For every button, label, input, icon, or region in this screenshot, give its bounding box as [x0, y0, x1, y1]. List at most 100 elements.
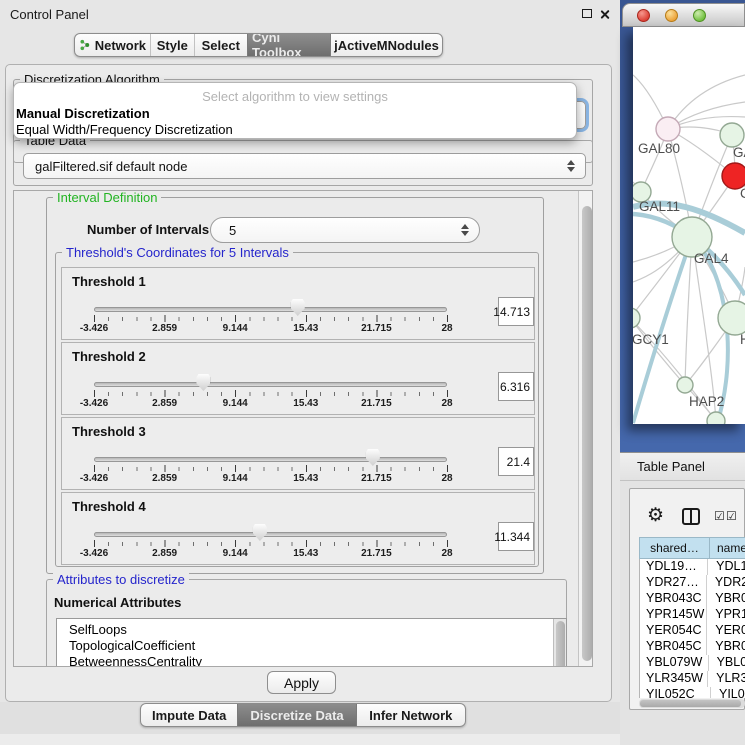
- table-hscrollbar-track[interactable]: [639, 699, 745, 708]
- tab-cyni-toolbox[interactable]: Cyni Toolbox: [247, 34, 330, 56]
- column-header-shared[interactable]: shared…: [639, 537, 710, 559]
- table-cell-name[interactable]: YPR1: [707, 607, 745, 623]
- table-row[interactable]: YDR27…YDR2: [640, 575, 745, 591]
- combo-arrows-icon: [461, 224, 469, 236]
- tick-label: -3.426: [80, 548, 108, 559]
- checkbox-icon[interactable]: ☑: [714, 510, 725, 522]
- slider-track[interactable]: [94, 457, 447, 462]
- threshold-value-field[interactable]: 14.713: [498, 297, 534, 326]
- settings-scrollbar-thumb[interactable]: [582, 206, 592, 661]
- close-icon[interactable]: [599, 9, 610, 20]
- network-node[interactable]: [707, 412, 725, 424]
- network-edge[interactable]: [633, 318, 685, 385]
- slider-thumb[interactable]: [291, 299, 305, 316]
- slider-thumb[interactable]: [253, 524, 267, 541]
- tab-infer-network[interactable]: Infer Network: [356, 704, 465, 726]
- network-node-label: GAL4: [694, 251, 729, 266]
- table-cell-shared[interactable]: YBR043C: [640, 591, 707, 607]
- network-node[interactable]: [677, 377, 693, 393]
- network-canvas[interactable]: GAL80GACGAL11GAL4GCY1HHAP2: [633, 27, 745, 424]
- table-cell-shared[interactable]: YBL079W: [640, 655, 709, 671]
- tab-select[interactable]: Select: [194, 34, 247, 56]
- threshold-value-field[interactable]: 6.316: [498, 372, 534, 401]
- table-row[interactable]: YPR145WYPR1: [640, 607, 745, 623]
- tick-label: 28: [441, 548, 452, 559]
- table-cell-name[interactable]: YBR0: [707, 591, 745, 607]
- threshold-value-field[interactable]: 21.4: [498, 447, 534, 476]
- minimize-window-icon[interactable]: [665, 9, 678, 22]
- table-cell-shared[interactable]: YDL19…: [640, 559, 708, 575]
- table-row[interactable]: YDL19…YDL1: [640, 559, 745, 575]
- popup-option-equal-width-frequency[interactable]: Equal Width/Frequency Discretization: [14, 121, 576, 137]
- tab-impute-data-label: Impute Data: [152, 708, 226, 723]
- tab-jactivemnodules[interactable]: jActiveMNodules: [330, 34, 442, 56]
- threshold-value-field[interactable]: 11.344: [498, 522, 534, 551]
- network-node[interactable]: [656, 117, 680, 141]
- split-columns-icon[interactable]: [682, 508, 700, 525]
- threshold-label: Threshold 1: [72, 274, 146, 289]
- slider-ticks: [94, 315, 449, 322]
- table-row[interactable]: YLR345WYLR3: [640, 671, 745, 687]
- slider-thumb[interactable]: [366, 449, 380, 466]
- tab-style[interactable]: Style: [150, 34, 194, 56]
- slider-track[interactable]: [94, 307, 447, 312]
- network-node-label: GCY1: [633, 332, 669, 347]
- tab-impute-data[interactable]: Impute Data: [141, 704, 237, 726]
- table-body: YDL19…YDL1YDR27…YDR2YBR043CYBR0YPR145WYP…: [639, 559, 745, 698]
- attribute-list-scrollbar[interactable]: [553, 619, 566, 667]
- threshold-list: Threshold 1-3.4262.8599.14415.4321.71528…: [61, 267, 535, 567]
- tab-discretize-data[interactable]: Discretize Data: [237, 704, 355, 726]
- number-of-intervals-combobox[interactable]: 5: [210, 217, 480, 243]
- table-cell-name[interactable]: YDL1: [708, 559, 745, 575]
- slider-track[interactable]: [94, 382, 447, 387]
- table-row[interactable]: YBR043CYBR0: [640, 591, 745, 607]
- table-cell-shared[interactable]: YBR045C: [640, 639, 707, 655]
- tick-label: 21.715: [361, 548, 392, 559]
- table-cell-name[interactable]: YER0: [707, 623, 745, 639]
- tab-infer-network-label: Infer Network: [369, 708, 452, 723]
- window-title: Control Panel: [10, 7, 89, 22]
- tick-label: 15.43: [293, 473, 318, 484]
- slider-thumb[interactable]: [196, 374, 210, 391]
- settings-scrollbar-track[interactable]: [578, 191, 593, 667]
- checkbox-icon[interactable]: ☑: [726, 510, 737, 522]
- table-row[interactable]: YBL079WYBL0: [640, 655, 745, 671]
- table-row[interactable]: YBR045CYBR0: [640, 639, 745, 655]
- close-window-icon[interactable]: [637, 9, 650, 22]
- table-cell-shared[interactable]: YER054C: [640, 623, 707, 639]
- network-node[interactable]: [718, 301, 745, 335]
- slider-ticks: [94, 540, 449, 547]
- table-cell-name[interactable]: YDR2: [707, 575, 745, 591]
- table-row[interactable]: YIL052CYIL0: [640, 687, 745, 698]
- slider-track[interactable]: [94, 532, 447, 537]
- table-row[interactable]: YER054CYER0: [640, 623, 745, 639]
- table-cell-shared[interactable]: YIL052C: [640, 687, 711, 698]
- table-cell-name[interactable]: YBL0: [709, 655, 745, 671]
- table-cell-shared[interactable]: YDR27…: [640, 575, 707, 591]
- apply-button[interactable]: Apply: [267, 671, 336, 694]
- table-hscrollbar-thumb[interactable]: [640, 700, 741, 707]
- network-edge[interactable]: [668, 75, 745, 129]
- float-window-icon[interactable]: [582, 9, 592, 18]
- zoom-window-icon[interactable]: [693, 9, 706, 22]
- table-cell-shared[interactable]: YPR145W: [640, 607, 707, 623]
- table-cell-shared[interactable]: YLR345W: [640, 671, 708, 687]
- apply-button-label: Apply: [284, 675, 319, 691]
- table-cell-name[interactable]: YLR3: [708, 671, 745, 687]
- tick-label: 2.859: [152, 473, 177, 484]
- attribute-list-item[interactable]: BetweennessCentrality: [69, 654, 553, 667]
- settings-gear-icon[interactable]: ⚙: [647, 506, 664, 525]
- attribute-list-item[interactable]: TopologicalCoefficient: [69, 638, 553, 654]
- table-data-combobox[interactable]: galFiltered.sif default node: [23, 153, 586, 179]
- interval-definition-group-title: Interval Definition: [53, 190, 161, 205]
- popup-option-manual-discretization[interactable]: Manual Discretization: [14, 105, 576, 121]
- column-header-name[interactable]: name: [710, 537, 745, 559]
- network-window-titlebar[interactable]: [622, 3, 745, 27]
- tab-network[interactable]: Network: [75, 34, 150, 56]
- network-node[interactable]: [720, 123, 744, 147]
- table-cell-name[interactable]: YIL0: [711, 687, 745, 698]
- network-canvas-svg: GAL80GACGAL11GAL4GCY1HHAP2: [633, 27, 745, 424]
- network-node[interactable]: [633, 308, 640, 328]
- table-cell-name[interactable]: YBR0: [707, 639, 745, 655]
- attribute-list-item[interactable]: SelfLoops: [69, 622, 553, 638]
